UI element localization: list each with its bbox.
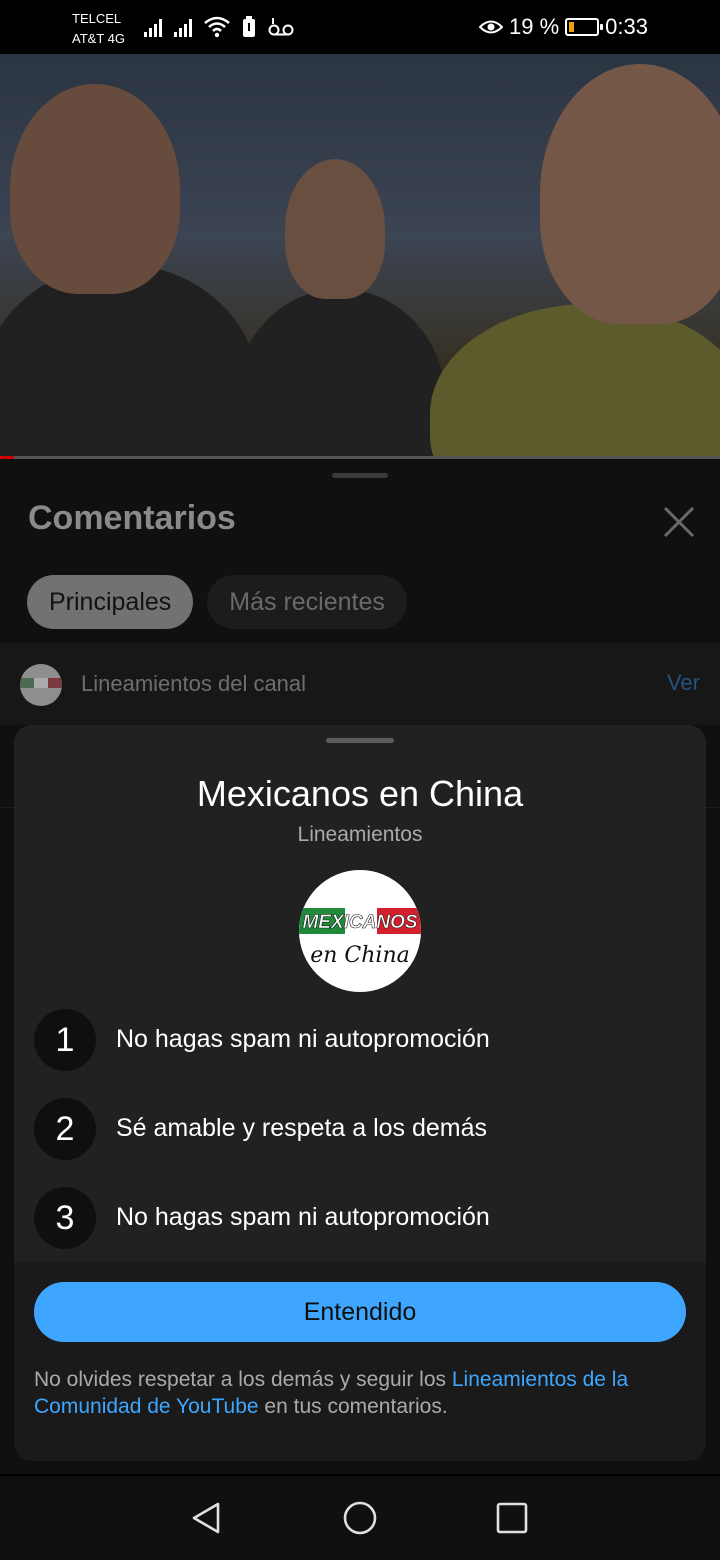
- carrier-network: AT&T 4G: [72, 31, 125, 46]
- voicemail-icon: [268, 18, 294, 36]
- signal-2-icon: [174, 17, 192, 37]
- dialog-channel-name: Mexicanos en China: [196, 773, 524, 814]
- android-nav-bar: [0, 1476, 720, 1560]
- rule-text: No hagas spam ni autopromoción: [116, 1203, 490, 1231]
- footer-note-text: No olvides respetar a los demás y seguir…: [34, 1368, 452, 1391]
- guideline-rule: 1 No hagas spam ni autopromoción: [34, 1009, 684, 1071]
- battery-level-fill: [569, 22, 575, 32]
- guidelines-dialog: Mexicanos en China Lineamientos MEXICANO…: [14, 725, 706, 1461]
- carrier-info: TELCEL AT&T 4G: [72, 9, 125, 49]
- view-guidelines-link[interactable]: Ver: [667, 670, 700, 696]
- rule-number: 2: [34, 1098, 96, 1160]
- channel-logo: MEXICANOS en China: [299, 870, 421, 992]
- footer-note-text-end: en tus comentarios.: [258, 1395, 448, 1418]
- battery-saver-icon: [243, 16, 255, 37]
- comment-sort-tabs: Principales Más recientes: [27, 575, 407, 629]
- video-player[interactable]: [0, 54, 720, 458]
- battery-icon: [565, 18, 604, 36]
- guideline-rule: 2 Sé amable y respeta a los demás: [34, 1098, 684, 1160]
- wifi-icon: [204, 16, 230, 38]
- status-icons-right: 19 % 0:33: [479, 12, 648, 42]
- guidelines-row-label: Lineamientos del canal: [81, 671, 307, 696]
- svg-text:en China: en China: [310, 943, 410, 968]
- eye-comfort-icon: [479, 20, 504, 34]
- guideline-rule: 3 No hagas spam ni autopromoción: [34, 1187, 684, 1249]
- signal-1-icon: [144, 17, 162, 37]
- back-triangle-icon[interactable]: [188, 1500, 224, 1536]
- tab-mas-recientes[interactable]: Más recientes: [207, 575, 407, 629]
- recents-square-icon[interactable]: [494, 1500, 530, 1536]
- rule-number: 1: [34, 1009, 96, 1071]
- channel-guidelines-row[interactable]: Lineamientos del canal Ver: [0, 643, 720, 725]
- footer-note: No olvides respetar a los demás y seguir…: [34, 1366, 684, 1420]
- comments-title: Comentarios: [28, 499, 236, 537]
- clock: 0:33: [605, 14, 648, 39]
- dialog-drag-handle[interactable]: [326, 738, 394, 743]
- rule-number: 3: [34, 1187, 96, 1249]
- dialog-footer: Entendido No olvides respetar a los demá…: [14, 1262, 706, 1461]
- home-circle-icon[interactable]: [342, 1500, 378, 1536]
- tab-principales[interactable]: Principales: [27, 575, 194, 629]
- status-bar: TELCEL AT&T 4G 19 % 0:33: [0, 0, 720, 54]
- understood-button[interactable]: Entendido: [34, 1282, 686, 1342]
- rule-text: Sé amable y respeta a los demás: [116, 1114, 488, 1142]
- svg-text:MEXICANOS: MEXICANOS: [302, 912, 417, 933]
- close-icon[interactable]: [658, 501, 700, 543]
- channel-avatar: [20, 664, 62, 706]
- panel-drag-handle[interactable]: [332, 473, 388, 478]
- dialog-subtitle: Lineamientos: [297, 823, 423, 846]
- status-icons-left: [144, 14, 294, 40]
- battery-percent: 19 %: [509, 14, 560, 39]
- rule-text: No hagas spam ni autopromoción: [116, 1025, 490, 1053]
- carrier-name: TELCEL: [72, 11, 122, 26]
- video-dim-overlay: [0, 54, 720, 458]
